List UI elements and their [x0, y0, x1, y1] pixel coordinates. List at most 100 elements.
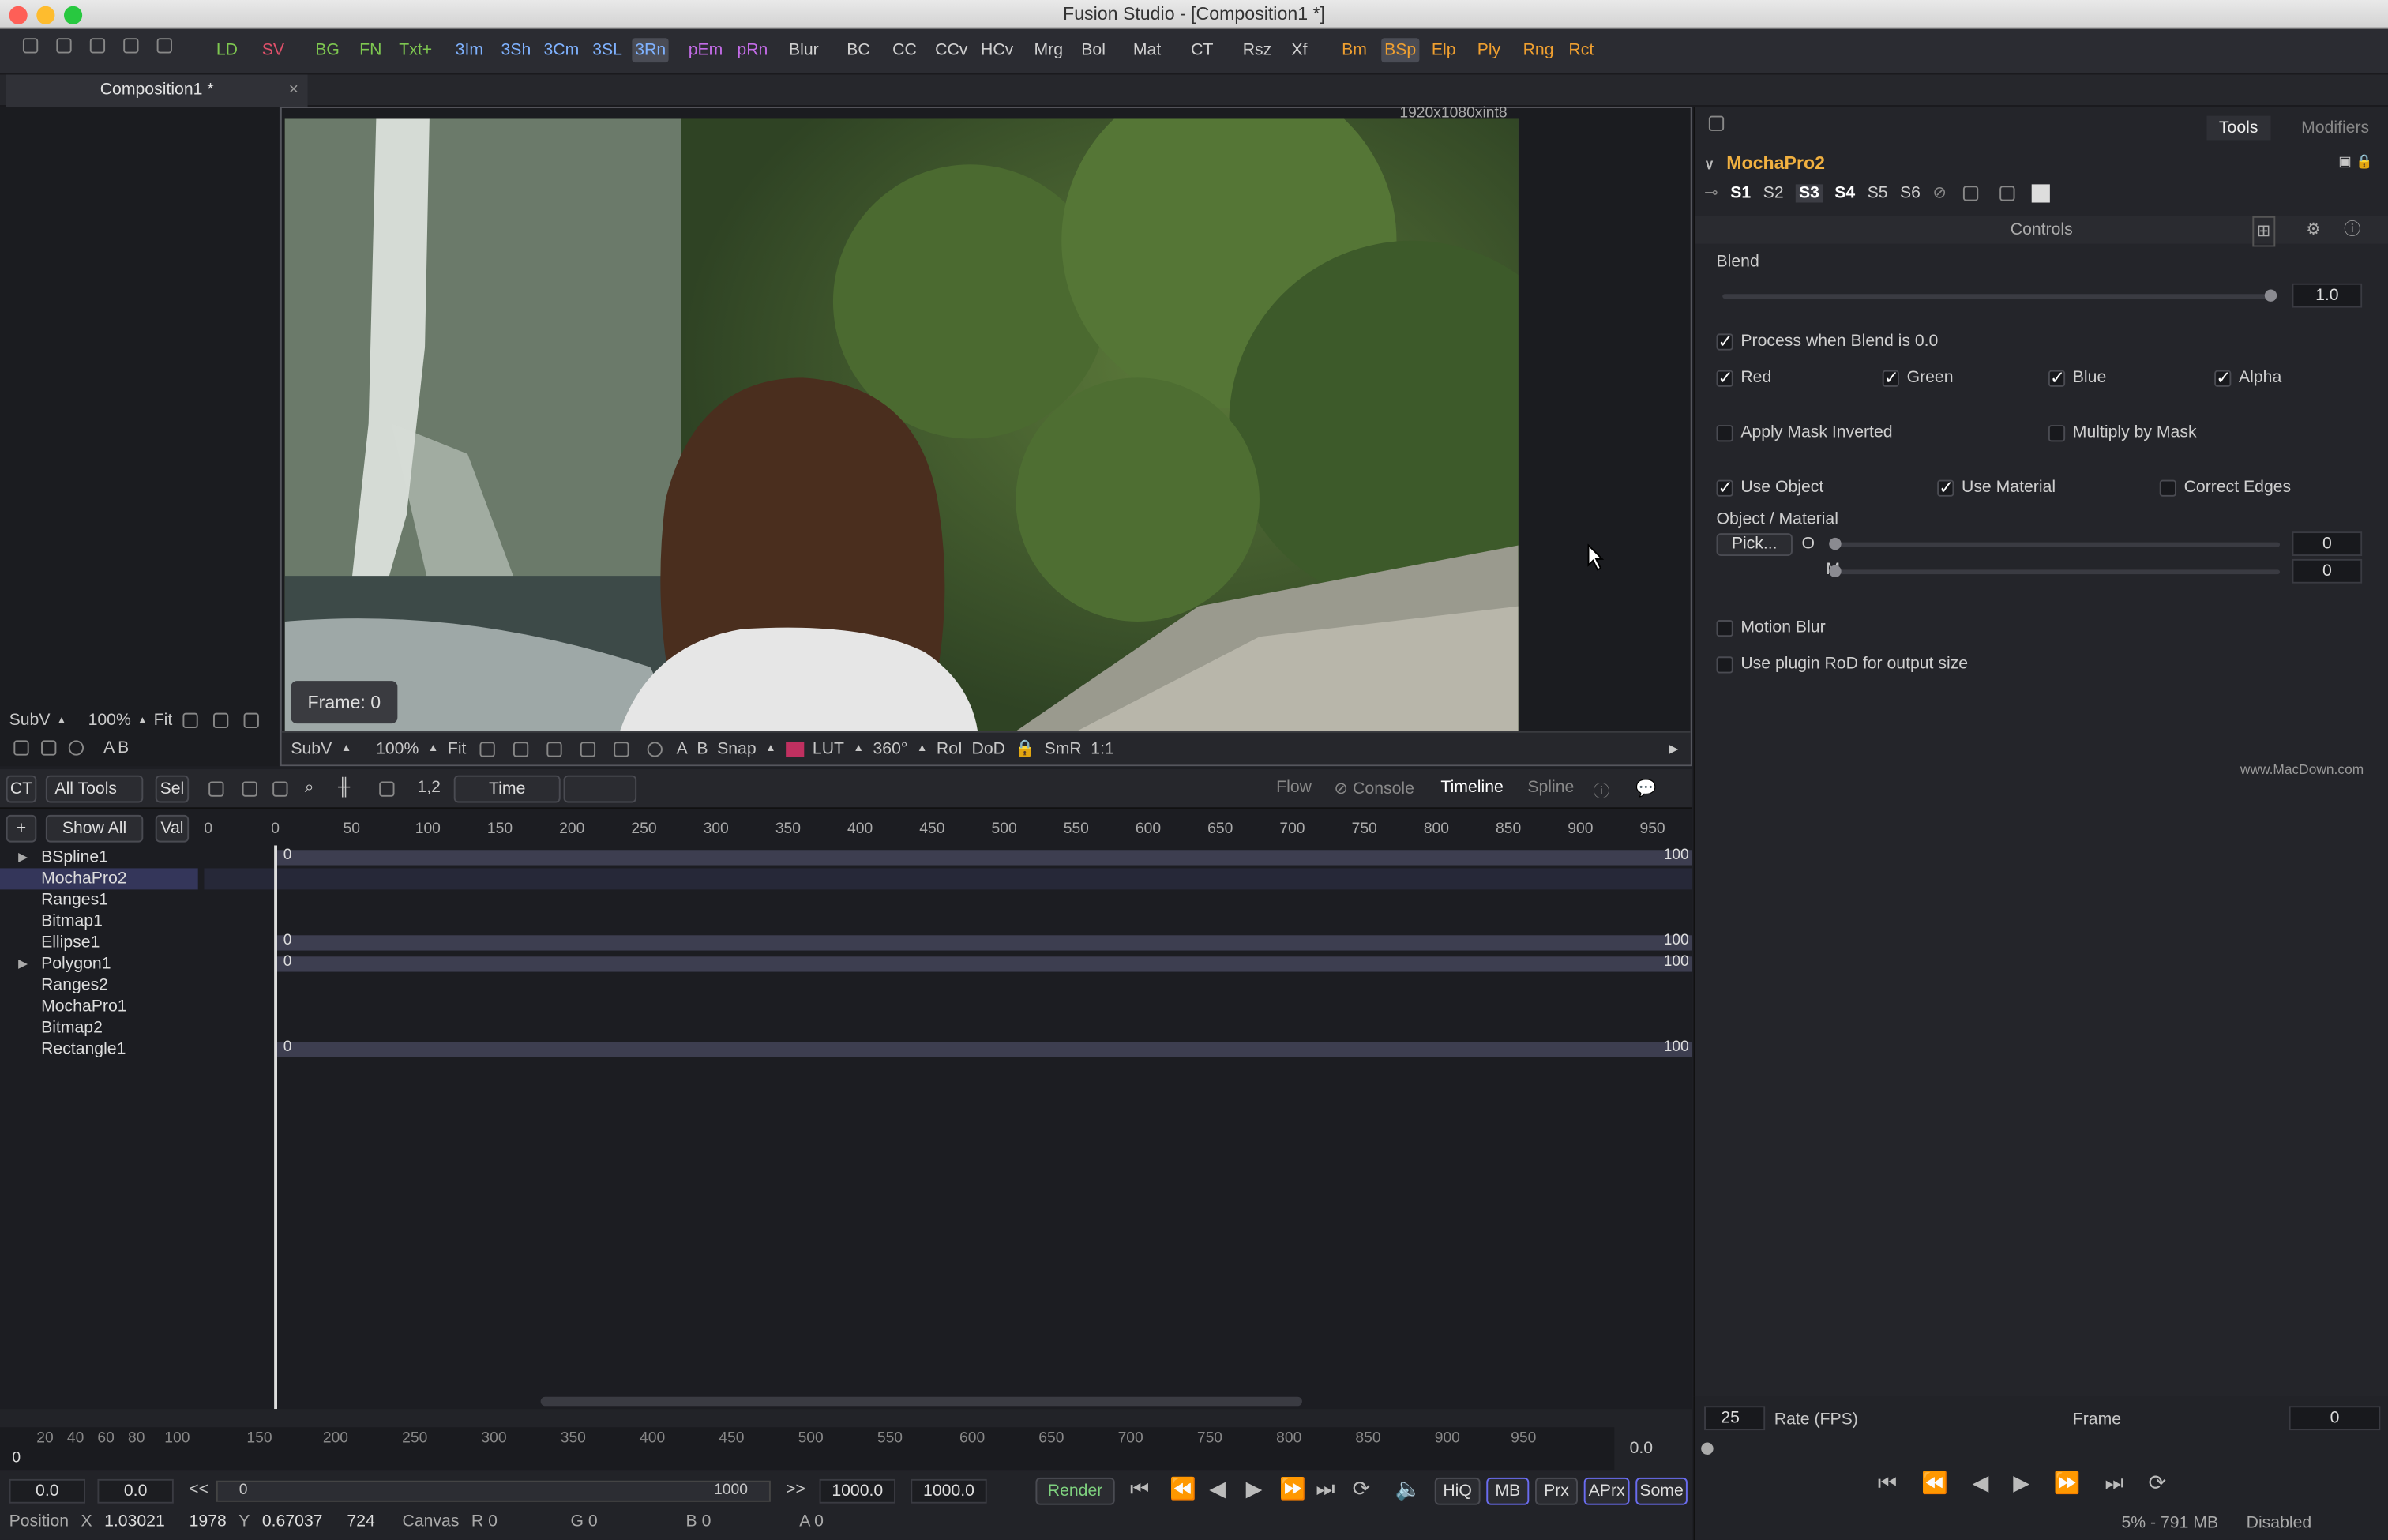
left-bold-icon[interactable]: B — [118, 738, 129, 757]
layout-stack-icon[interactable] — [156, 38, 172, 54]
frame-value[interactable]: 0 — [2288, 1406, 2381, 1431]
set-s3[interactable]: S3 — [1796, 183, 1823, 202]
tool-button-mat[interactable]: Mat — [1130, 38, 1164, 62]
lock-icon[interactable]: 🔒 — [1015, 738, 1035, 758]
tool-button-fn[interactable]: FN — [356, 38, 385, 62]
material-slider-knob[interactable] — [1829, 565, 1842, 578]
global-start[interactable]: 0.0 — [9, 1478, 85, 1504]
all-tools-select[interactable]: All Tools — [45, 775, 144, 803]
smr-button[interactable]: SmR — [1045, 739, 1082, 757]
tool-button-ply[interactable]: Ply — [1474, 38, 1504, 62]
layout-split-icon[interactable] — [56, 38, 72, 54]
roi-button[interactable]: RoI — [937, 739, 963, 757]
tool-button-3sh[interactable]: 3Sh — [498, 38, 534, 62]
blend-value[interactable]: 1.0 — [2292, 283, 2363, 308]
fps-value[interactable]: 25 — [1704, 1406, 1766, 1431]
ct-button[interactable]: CT — [6, 775, 37, 803]
bspline-tool-icon[interactable] — [513, 741, 529, 757]
use-plugin-rod-check[interactable] — [1716, 655, 1733, 673]
disable-icon[interactable]: ⊘ — [1932, 182, 1947, 202]
center-icon[interactable]: ╫ — [338, 779, 350, 797]
red-check[interactable] — [1716, 366, 1733, 388]
left-zoom-select[interactable]: 100% — [88, 712, 131, 730]
left-fit-button[interactable]: Fit — [154, 712, 173, 730]
use-material-checkbox[interactable]: Use Material — [1937, 476, 2056, 498]
layout-quad-icon[interactable] — [123, 38, 139, 54]
zoom-in-icon[interactable] — [272, 781, 288, 797]
text-tool-icon[interactable]: A — [677, 739, 688, 757]
aprx-button[interactable]: APrx — [1583, 1477, 1630, 1505]
tab-tools[interactable]: Tools — [2206, 115, 2270, 141]
tool-button-blur[interactable]: Blur — [786, 38, 821, 62]
scrub-knob[interactable] — [1701, 1442, 1714, 1455]
range-slider[interactable]: 0 1000 — [216, 1480, 771, 1502]
lock-set-icon[interactable] — [1963, 185, 1979, 201]
fit-button[interactable]: Fit — [448, 739, 467, 757]
time-select[interactable]: Time — [453, 775, 561, 803]
tab-timeline[interactable]: Timeline — [1440, 779, 1503, 797]
track-row[interactable]: 0 100 — [204, 953, 1692, 975]
track-item[interactable]: Ranges2 — [0, 975, 198, 996]
red-checkbox[interactable]: Red — [1716, 366, 1771, 388]
magnify-icon[interactable]: ⌕ — [305, 779, 314, 798]
mb-button[interactable]: MB — [1486, 1477, 1530, 1505]
tool-button-txtplus[interactable]: Txt+ — [396, 38, 435, 62]
rp-go-start-icon[interactable]: ⏮ — [1878, 1470, 1897, 1496]
motion-blur-check[interactable] — [1716, 619, 1733, 637]
track-row[interactable] — [204, 996, 1692, 1017]
blend-slider-knob[interactable] — [2264, 289, 2277, 302]
some-button[interactable]: Some — [1635, 1477, 1688, 1505]
tool-button-3rn[interactable]: 3Rn — [632, 38, 670, 63]
tool-button-ld[interactable]: LD — [213, 38, 241, 62]
pin-icon[interactable]: ⊸ — [1704, 182, 1718, 202]
tab-flow[interactable]: Flow — [1276, 779, 1312, 797]
tool-button-sv[interactable]: SV — [259, 38, 287, 62]
green-checkbox[interactable]: Green — [1882, 366, 1954, 388]
tool-button-bg[interactable]: BG — [312, 38, 342, 62]
step-back-button[interactable]: << — [189, 1481, 208, 1499]
track-item[interactable]: ▶ BSpline1 — [0, 847, 198, 868]
tool-button-cc[interactable]: CC — [889, 38, 919, 62]
render-button[interactable]: Render — [1035, 1477, 1115, 1505]
tool-button-bsp[interactable]: BSp — [1381, 38, 1420, 63]
timeline-ruler[interactable]: 0 50 100 150 200 250 300 350 400 450 500 550 600 650 7… — [204, 815, 1692, 846]
prev-key-icon[interactable]: ⏪ — [1170, 1476, 1196, 1502]
left-curve-icon[interactable] — [182, 712, 199, 728]
paint-tool-icon[interactable] — [580, 741, 596, 757]
time-ruler[interactable]: 0 20 40 60 80 100 150 200 250 300 350 400 450 500 550… — [0, 1427, 1615, 1471]
process-check[interactable] — [1716, 330, 1733, 351]
multiply-check[interactable] — [2048, 424, 2066, 441]
color-channel-icon[interactable] — [785, 741, 804, 757]
alpha-check[interactable] — [2214, 366, 2231, 388]
material-slider[interactable] — [1829, 565, 2281, 578]
track-item[interactable]: Bitmap2 — [0, 1017, 198, 1039]
tool-button-bol[interactable]: Bol — [1078, 38, 1108, 62]
tool-button-rct[interactable]: Rct — [1566, 38, 1598, 62]
object-value[interactable]: 0 — [2292, 531, 2363, 557]
left-text-icon[interactable]: A — [103, 738, 115, 757]
rp-prev-frame-icon[interactable]: ◀ — [1973, 1470, 1989, 1496]
apply-mask-check[interactable] — [1716, 424, 1733, 441]
tool-lock-icon[interactable]: 🔒 — [2356, 154, 2373, 171]
save-icon[interactable]: ▣ — [2338, 154, 2351, 171]
track-bar[interactable] — [276, 935, 1692, 951]
left-bspline-icon[interactable] — [213, 712, 229, 728]
track-item[interactable]: Bitmap1 — [0, 911, 198, 932]
left-viewer[interactable]: SubV ▲ 100% ▲ Fit A B — [0, 107, 279, 767]
playhead[interactable] — [274, 845, 277, 1410]
prx-button[interactable]: Prx — [1534, 1477, 1578, 1505]
render-end[interactable]: 1000.0 — [819, 1478, 896, 1504]
layout-single-icon[interactable] — [22, 38, 39, 54]
pick-button[interactable]: Pick... — [1716, 533, 1793, 557]
set-s2[interactable]: S2 — [1763, 183, 1784, 201]
cache-icon[interactable] — [1999, 185, 2015, 201]
go-start-icon[interactable]: ⏮ — [1130, 1476, 1149, 1502]
tab-composition1[interactable]: Composition1 * × — [6, 74, 308, 107]
go-end-icon[interactable]: ⏭ — [1316, 1476, 1335, 1502]
prev-frame-icon[interactable]: ◀ — [1209, 1476, 1226, 1502]
rp-loop-icon[interactable]: ⟳ — [2149, 1470, 2167, 1496]
track-row[interactable] — [204, 889, 1692, 911]
blue-check[interactable] — [2048, 366, 2065, 388]
angle-button[interactable]: 360° — [873, 739, 907, 757]
show-all-select[interactable]: Show All — [45, 814, 144, 843]
